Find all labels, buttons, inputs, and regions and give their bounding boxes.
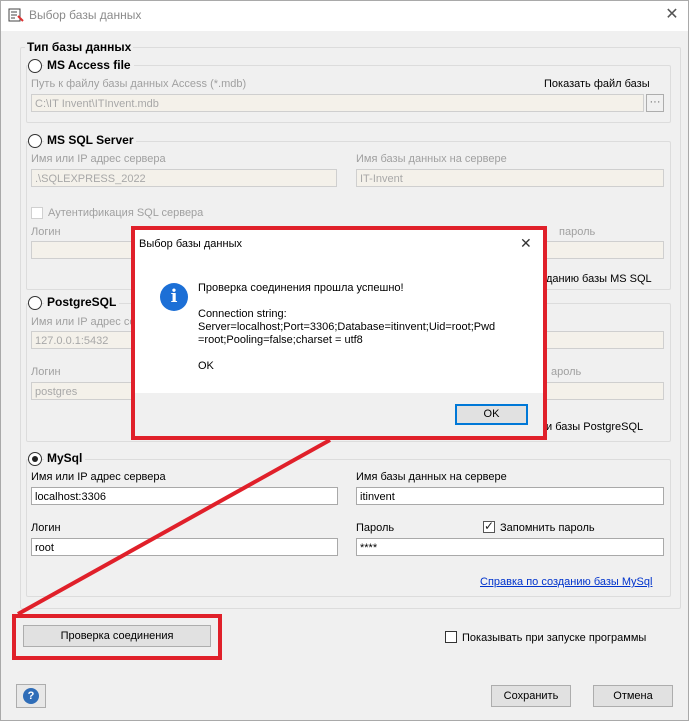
connection-string-line1: Server=localhost;Port=3306;Database=itin…	[198, 321, 496, 333]
connection-string-label: Connection string:	[198, 308, 287, 320]
info-icon: i	[160, 283, 188, 311]
dialog-footer: OK	[135, 393, 543, 436]
message-dialog: Выбор базы данных ✕ i Проверка соединени…	[135, 230, 543, 436]
dialog-close-button[interactable]: ✕	[520, 235, 532, 252]
dialog-ok-text: OK	[198, 360, 214, 372]
connection-string-line2: =root;Pooling=false;charset = utf8	[198, 334, 363, 346]
dialog-title: Выбор базы данных	[139, 238, 242, 250]
dialog-message: Проверка соединения прошла успешно!	[198, 282, 404, 294]
dialog-ok-button[interactable]: OK	[455, 404, 528, 425]
